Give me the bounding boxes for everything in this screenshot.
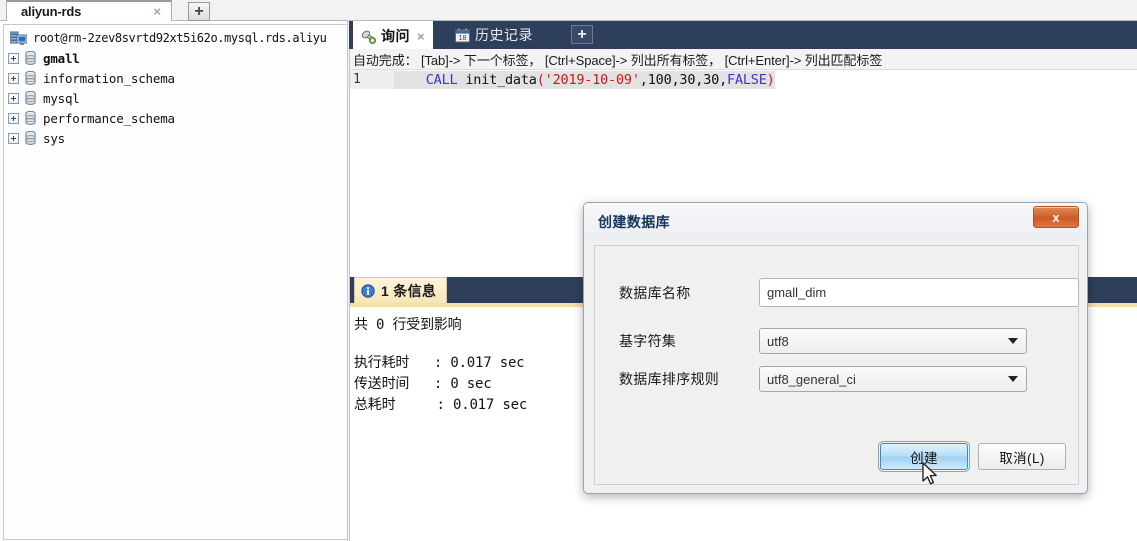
database-name-value: gmall_dim	[767, 285, 827, 300]
line-number: 1	[350, 70, 394, 89]
expand-icon[interactable]	[8, 72, 19, 84]
dialog-body: 数据库名称 gmall_dim 基字符集 utf8 数据库排序规则 utf8_g…	[594, 245, 1079, 485]
database-tree: root@rm-2zev8svrtd92xt5i62o.mysql.rds.al…	[3, 24, 347, 540]
autocomplete-hint: 自动完成： [Tab]-> 下一个标签， [Ctrl+Space]-> 列出所有…	[350, 49, 1137, 70]
tree-root-label: root@rm-2zev8svrtd92xt5i62o.mysql.rds.al…	[33, 31, 327, 45]
database-icon	[25, 71, 36, 85]
connection-tab-label: aliyun-rds	[21, 4, 82, 19]
calendar-icon: 18	[455, 27, 470, 42]
dialog-titlebar[interactable]: 创建数据库 x	[584, 203, 1087, 241]
sql-bool-arg: FALSE	[727, 71, 767, 88]
close-icon[interactable]: x	[1033, 206, 1079, 228]
database-name-input[interactable]: gmall_dim	[759, 278, 1079, 307]
connection-tabbar: aliyun-rds × +	[0, 0, 1137, 21]
charset-value: utf8	[767, 333, 789, 349]
chevron-down-icon	[1008, 376, 1018, 382]
sidebar-item-label: sys	[43, 130, 65, 146]
dialog-buttons: 创建 取消(L)	[878, 441, 1066, 472]
sidebar-item-label: mysql	[43, 90, 80, 106]
field-database-name: 数据库名称 gmall_dim	[619, 278, 1079, 307]
database-icon	[25, 131, 36, 145]
tab-query[interactable]: 询问 ×	[353, 21, 433, 49]
sidebar-item-mysql[interactable]: mysql	[4, 88, 347, 108]
sidebar-item-sys[interactable]: sys	[4, 128, 347, 148]
info-icon	[361, 283, 375, 298]
sidebar-item-information-schema[interactable]: information_schema	[4, 68, 347, 88]
sidebar-item-performance-schema[interactable]: performance_schema	[4, 108, 347, 128]
sql-statement[interactable]: CALL init_data('2019-10-09',100,30,30,FA…	[394, 70, 775, 89]
sidebar-item-gmall[interactable]: gmall	[4, 48, 347, 68]
query-icon	[361, 30, 376, 44]
sidebar-item-label: gmall	[43, 50, 80, 66]
expand-icon[interactable]	[8, 132, 19, 144]
sql-function-name: init_data	[457, 71, 537, 88]
tree-root-connection[interactable]: root@rm-2zev8svrtd92xt5i62o.mysql.rds.al…	[4, 28, 347, 48]
field-collation: 数据库排序规则 utf8_general_ci	[619, 366, 1027, 392]
dialog-title: 创建数据库	[598, 214, 670, 230]
database-icon	[25, 111, 36, 125]
add-query-tab-button[interactable]: +	[571, 25, 593, 44]
sql-close-paren: )	[766, 71, 775, 88]
mysql-client-window: aliyun-rds × + root@rm-2zev8svrtd92xt5i6…	[0, 0, 1137, 541]
field-charset: 基字符集 utf8	[619, 328, 1027, 354]
tab-history[interactable]: 18 历史记录	[447, 21, 541, 49]
query-tabbar: 询问 × 18 历史记录 +	[349, 21, 1137, 49]
collation-select[interactable]: utf8_general_ci	[759, 366, 1027, 392]
database-icon	[25, 51, 36, 65]
database-tree-panel: root@rm-2zev8svrtd92xt5i62o.mysql.rds.al…	[0, 21, 348, 541]
field-label: 基字符集	[619, 333, 677, 349]
expand-icon[interactable]	[8, 52, 19, 64]
field-label: 数据库排序规则	[619, 371, 720, 387]
svg-text:18: 18	[459, 35, 467, 42]
close-icon[interactable]: ×	[417, 29, 425, 44]
sidebar-item-label: performance_schema	[43, 110, 175, 126]
create-database-dialog: 创建数据库 x 数据库名称 gmall_dim 基字符集 utf8 数据库排序规…	[583, 202, 1088, 494]
sql-keyword: CALL	[425, 71, 458, 88]
charset-select[interactable]: utf8	[759, 328, 1027, 354]
expand-icon[interactable]	[8, 112, 19, 124]
tab-messages-label: 1 条信息	[381, 282, 437, 299]
connection-tab-aliyun-rds[interactable]: aliyun-rds ×	[6, 0, 172, 21]
server-icon	[10, 31, 27, 45]
cancel-button[interactable]: 取消(L)	[978, 443, 1066, 470]
collation-value: utf8_general_ci	[767, 371, 856, 387]
tab-query-label: 询问	[381, 28, 410, 44]
field-label: 数据库名称	[619, 284, 691, 301]
close-icon[interactable]: ×	[149, 4, 165, 19]
sql-code-line[interactable]: 1 CALL init_data('2019-10-09',100,30,30,…	[350, 70, 1137, 89]
sql-string-arg: '2019-10-09'	[544, 71, 640, 88]
expand-icon[interactable]	[8, 92, 19, 104]
sql-indent	[394, 72, 426, 88]
sidebar-item-label: information_schema	[43, 70, 175, 86]
tab-history-label: 历史记录	[475, 27, 533, 43]
sql-open-paren: (	[536, 71, 545, 88]
database-icon	[25, 91, 36, 105]
create-button[interactable]: 创建	[878, 441, 970, 472]
chevron-down-icon	[1008, 338, 1018, 344]
tab-messages[interactable]: 1 条信息	[354, 277, 448, 303]
sql-numeric-args: ,100,30,30,	[639, 71, 728, 88]
add-connection-tab-button[interactable]: +	[188, 2, 210, 21]
